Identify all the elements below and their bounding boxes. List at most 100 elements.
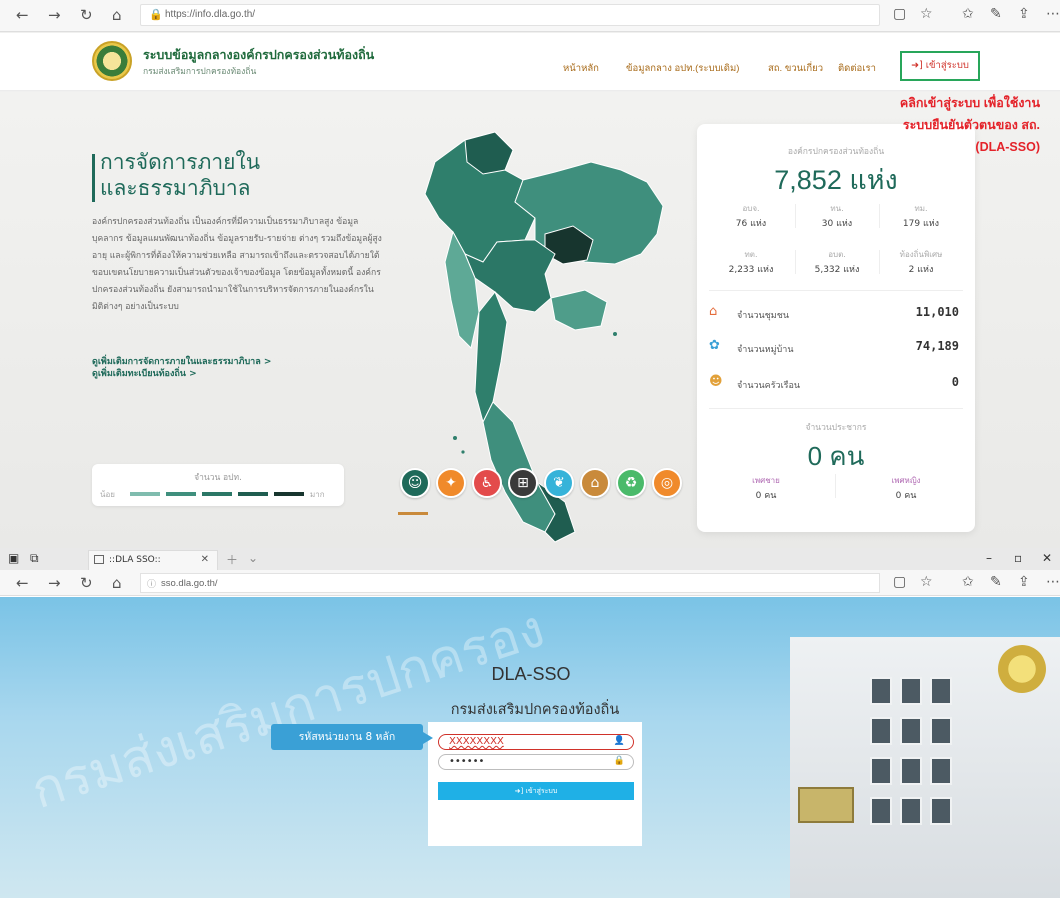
map-legend: จำนวน อปท. น้อย มาก bbox=[92, 464, 344, 506]
building-window bbox=[870, 717, 892, 745]
forward-icon[interactable]: → bbox=[48, 574, 61, 592]
hero-body: องค์กรปกครองส่วนท้องถิ่น เป็นองค์กรที่มี… bbox=[92, 217, 382, 312]
menu-contact[interactable]: ติดต่อเรา bbox=[838, 61, 876, 76]
stat-label-sao: อบต. bbox=[828, 250, 846, 259]
building-photo bbox=[790, 637, 1060, 898]
legend-title: จำนวน อปท. bbox=[194, 473, 242, 483]
address-bar[interactable]: ⓘ sso.dla.go.th/ bbox=[140, 573, 880, 593]
map-island-2 bbox=[461, 450, 465, 454]
menu-related[interactable]: สถ. ขวนเกี่ยว bbox=[768, 61, 823, 76]
top-browser-window: ← → ↻ ⌂ 🔒 https://info.dla.go.th/ ▢ ☆ ✩ … bbox=[0, 0, 1060, 548]
share-icon[interactable]: ⇪ bbox=[1018, 6, 1030, 22]
password-field[interactable]: •••••• 🔒 bbox=[438, 754, 634, 770]
tab-actions-icon[interactable]: ▣ bbox=[8, 551, 19, 565]
pen-icon[interactable]: ✎ bbox=[990, 6, 1002, 22]
emblem-seal bbox=[998, 645, 1046, 693]
refresh-icon[interactable]: ↻ bbox=[80, 6, 93, 24]
login-button[interactable]: ➜] เข้าสู่ระบบ bbox=[900, 51, 980, 81]
building-sign bbox=[798, 787, 854, 823]
stats-total: 7,852 แห่ง bbox=[774, 165, 898, 195]
favorites-list-icon[interactable]: ✩ bbox=[962, 574, 974, 590]
building-window bbox=[930, 797, 952, 825]
login-button-label: เข้าสู่ระบบ bbox=[925, 60, 969, 71]
close-tab-icon[interactable]: ✕ bbox=[201, 554, 209, 565]
username-callout: รหัสหน่วยงาน 8 หลัก bbox=[271, 724, 423, 750]
hero-link-registry[interactable]: ดูเพิ่มเติมทะเบียนท้องถิ่น > bbox=[92, 366, 197, 380]
maximize-icon[interactable]: ▫ bbox=[1014, 551, 1022, 565]
stat-value-subdistrict-municipality: 2,233 แห่ง bbox=[728, 265, 774, 275]
home-icon[interactable]: ⌂ bbox=[112, 6, 122, 24]
divider bbox=[795, 250, 796, 274]
favorite-star-icon[interactable]: ☆ bbox=[920, 6, 933, 22]
building-window bbox=[900, 797, 922, 825]
lock-icon: 🔒 bbox=[613, 756, 625, 766]
building-window bbox=[870, 797, 892, 825]
share-icon[interactable]: ⇪ bbox=[1018, 574, 1030, 590]
login-icon: ➜] bbox=[514, 787, 524, 795]
lock-icon: 🔒 bbox=[149, 8, 163, 21]
callout-pointer bbox=[423, 732, 433, 744]
stat-value-special: 2 แห่ง bbox=[908, 265, 934, 275]
browser-toolbar: ← → ↻ ⌂ 🔒 https://info.dla.go.th/ ▢ ☆ ✩ … bbox=[0, 0, 1060, 32]
tab-list-icon[interactable]: ⌄ bbox=[248, 551, 258, 565]
recycle-icon[interactable]: ♻ bbox=[616, 468, 646, 498]
divider bbox=[709, 290, 963, 291]
new-tab-icon[interactable]: ＋ bbox=[226, 551, 238, 568]
back-icon[interactable]: ← bbox=[16, 574, 29, 592]
more-icon[interactable]: ⋯ bbox=[1046, 6, 1060, 22]
menu-home[interactable]: หน้าหลัก bbox=[563, 61, 599, 76]
reading-view-icon[interactable]: ▢ bbox=[893, 6, 906, 22]
close-window-icon[interactable]: ✕ bbox=[1042, 551, 1052, 565]
forward-icon[interactable]: → bbox=[48, 6, 61, 24]
favorite-star-icon[interactable]: ☆ bbox=[920, 574, 933, 590]
stat-value-city: 30 แห่ง bbox=[821, 219, 853, 229]
map-south-upper bbox=[474, 291, 508, 424]
reading-view-icon[interactable]: ▢ bbox=[893, 574, 906, 590]
building-icon[interactable]: ⌂ bbox=[580, 468, 610, 498]
legend-low: น้อย bbox=[100, 490, 115, 499]
map-island-1 bbox=[453, 436, 457, 440]
legend-swatch-2 bbox=[166, 492, 196, 496]
elderly-icon[interactable]: ♿ bbox=[472, 468, 502, 498]
community-icon: ⌂ bbox=[709, 304, 718, 319]
login-submit-button[interactable]: ➜] เข้าสู่ระบบ bbox=[438, 782, 634, 800]
dla-logo[interactable] bbox=[92, 41, 132, 81]
address-bar[interactable]: 🔒 https://info.dla.go.th/ bbox=[140, 4, 880, 26]
map-south bbox=[482, 401, 556, 533]
tab-preview-icon[interactable]: ⧉ bbox=[30, 551, 39, 566]
building-window bbox=[930, 757, 952, 785]
sso-subtitle: กรมส่งเสริมปกครองท้องถิ่น bbox=[450, 702, 620, 718]
stat-label-town: ทม. bbox=[914, 204, 928, 213]
handshake-icon[interactable]: ☺ bbox=[400, 468, 430, 498]
pen-icon[interactable]: ✎ bbox=[990, 574, 1002, 590]
annotation-line3: (DLA-SSO) bbox=[975, 140, 1040, 154]
address-url: https://info.dla.go.th/ bbox=[165, 9, 256, 20]
more-icon[interactable]: ⋯ bbox=[1046, 574, 1060, 590]
map-island-3 bbox=[613, 332, 617, 336]
favorites-list-icon[interactable]: ✩ bbox=[962, 6, 974, 22]
refresh-icon[interactable]: ↻ bbox=[80, 574, 93, 592]
site-name[interactable]: ระบบข้อมูลกลางองค์กรปกครองส่วนท้องถิ่น bbox=[143, 45, 374, 65]
home-icon[interactable]: ⌂ bbox=[112, 574, 122, 592]
building-window bbox=[870, 757, 892, 785]
building-window bbox=[900, 677, 922, 705]
login-submit-label: เข้าสู่ระบบ bbox=[525, 787, 558, 795]
building-window bbox=[930, 717, 952, 745]
username-field[interactable]: XXXXXXXX 👤 bbox=[438, 734, 634, 750]
divider bbox=[795, 204, 796, 228]
road-icon[interactable]: ⊞ bbox=[508, 468, 538, 498]
building-window bbox=[870, 677, 892, 705]
legend-swatch-5 bbox=[274, 492, 304, 496]
finance-icon[interactable]: ◎ bbox=[652, 468, 682, 498]
village-value: 74,189 bbox=[915, 339, 959, 353]
stat-value-pao: 76 แห่ง bbox=[735, 219, 767, 229]
environment-icon[interactable]: ❦ bbox=[544, 468, 574, 498]
hero-section: การจัดการภายใน และธรรมาภิบาล องค์กรปกครอ… bbox=[0, 92, 1060, 548]
back-icon[interactable]: ← bbox=[16, 6, 29, 24]
minimize-icon[interactable]: – bbox=[986, 551, 992, 565]
household-label: จำนวนครัวเรือน bbox=[737, 381, 801, 391]
tab-dla-sso[interactable]: ::DLA SSO:: ✕ bbox=[88, 550, 218, 570]
education-icon[interactable]: ✦ bbox=[436, 468, 466, 498]
menu-legacy-data[interactable]: ข้อมูลกลาง อปท.(ระบบเดิม) bbox=[626, 61, 739, 76]
male-label: เพศชาย bbox=[752, 476, 780, 485]
